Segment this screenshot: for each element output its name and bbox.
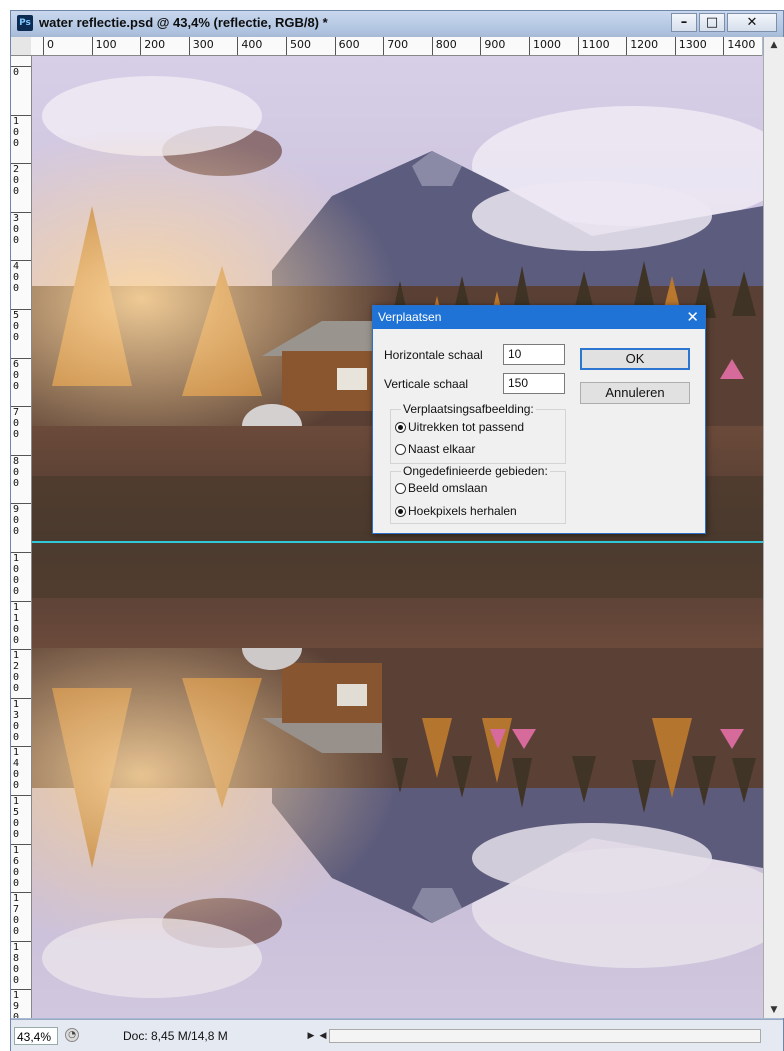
- displacement-map-group: Verplaatsingsafbeelding: Uitrekken tot p…: [390, 402, 566, 464]
- guide-line[interactable]: [32, 541, 763, 543]
- radio-button[interactable]: [395, 483, 406, 494]
- window-title: water reflectie.psd @ 43,4% (reflectie, …: [39, 15, 328, 30]
- radio-label-repeat: Hoekpixels herhalen: [408, 504, 517, 518]
- ruler-tick: 700: [11, 406, 31, 440]
- ruler-tick: 700: [383, 37, 408, 55]
- undefined-areas-legend: Ongedefinieerde gebieden:: [401, 464, 550, 478]
- ruler-tick: 200: [140, 37, 165, 55]
- radio-button[interactable]: [395, 444, 406, 455]
- vertical-scrollbar[interactable]: ▲ ▼: [763, 37, 784, 1018]
- displacement-map-legend: Verplaatsingsafbeelding:: [401, 402, 536, 416]
- minimize-button[interactable]: –: [671, 13, 697, 32]
- ruler-tick: 900: [480, 37, 505, 55]
- ruler-tick: 1200: [626, 37, 658, 55]
- ruler-tick: 1700: [11, 892, 31, 937]
- radio-repeat-edge-pixels[interactable]: Hoekpixels herhalen: [395, 504, 517, 518]
- ruler-tick: 800: [11, 454, 31, 489]
- image-canvas[interactable]: [32, 56, 763, 1018]
- ruler-tick: 600: [11, 357, 31, 392]
- ruler-tick: 1200: [11, 649, 31, 694]
- vertical-ruler[interactable]: 0 100 200 300 400 500 600 700 800 900 1000 1100 1200…: [11, 56, 32, 1018]
- ruler-tick: 800: [431, 37, 457, 55]
- clock-icon[interactable]: ◔: [65, 1028, 79, 1042]
- landscape-image: [32, 56, 763, 1018]
- radio-button-selected[interactable]: [395, 422, 406, 433]
- ruler-tick: 1000: [11, 552, 31, 597]
- horizontal-scale-label: Horizontale schaal: [384, 348, 483, 362]
- ruler-tick: 1400: [11, 746, 31, 791]
- ruler-tick: 1300: [674, 37, 707, 55]
- radio-stretch-to-fit[interactable]: Uitrekken tot passend: [395, 420, 524, 434]
- horizontal-scrollbar[interactable]: [329, 1029, 761, 1043]
- ruler-tick: 100: [11, 114, 31, 149]
- scroll-down-arrow-icon[interactable]: ▼: [764, 1002, 784, 1018]
- ruler-tick: 1300: [11, 697, 31, 743]
- dialog-close-icon[interactable]: ✕: [686, 306, 699, 328]
- ruler-tick: 500: [286, 37, 311, 55]
- status-bar: 43,4% ◔ Doc: 8,45 M/14,8 M ▶ ◀: [11, 1019, 783, 1051]
- cancel-button[interactable]: Annuleren: [580, 382, 690, 404]
- ruler-tick: 1600: [11, 843, 31, 889]
- radio-button-selected[interactable]: [395, 506, 406, 517]
- ruler-corner[interactable]: [11, 37, 32, 56]
- undefined-areas-group: Ongedefinieerde gebieden: Beeld omslaan …: [390, 464, 566, 524]
- vertical-scale-input[interactable]: 150: [503, 373, 565, 394]
- ruler-tick: 1400: [723, 37, 755, 55]
- ruler-tick: 1500: [11, 795, 31, 840]
- ruler-tick: 500: [11, 309, 31, 343]
- radio-label-wrap: Beeld omslaan: [408, 481, 488, 495]
- ruler-tick: 100: [91, 37, 117, 55]
- ruler-tick: 1800: [11, 940, 31, 986]
- ruler-tick: 600: [334, 37, 360, 55]
- vertical-scale-label: Verticale schaal: [384, 377, 469, 391]
- ruler-tick: 1900: [11, 989, 31, 1018]
- ruler-tick: 1000: [529, 37, 561, 55]
- zoom-level-field[interactable]: 43,4%: [14, 1027, 58, 1045]
- radio-wrap-around[interactable]: Beeld omslaan: [395, 481, 487, 495]
- ruler-tick: 300: [11, 211, 31, 246]
- ruler-tick: 0: [11, 66, 31, 78]
- ruler-tick: 0: [43, 37, 54, 55]
- ruler-tick: 200: [11, 163, 31, 197]
- dialog-title-bar[interactable]: Verplaatsen ✕: [373, 306, 705, 329]
- horizontal-scale-input[interactable]: 10: [503, 344, 565, 365]
- horizontal-ruler[interactable]: 0 100 200 300 400 500 600 700 800 900 1000 1100 1200…: [31, 37, 762, 56]
- maximize-button[interactable]: □: [699, 13, 725, 32]
- ruler-tick: 1100: [577, 37, 610, 55]
- displace-dialog: Verplaatsen ✕ Horizontale schaal 10 Vert…: [372, 305, 706, 534]
- document-size-info[interactable]: Doc: 8,45 M/14,8 M: [123, 1029, 228, 1043]
- photoshop-icon: Ps: [17, 15, 33, 31]
- close-button[interactable]: ✕: [727, 13, 777, 32]
- scroll-left-arrow-icon[interactable]: ◀: [317, 1029, 329, 1043]
- radio-label-stretch: Uitrekken tot passend: [408, 420, 525, 434]
- status-menu-arrow-icon[interactable]: ▶: [305, 1029, 317, 1043]
- radio-tile[interactable]: Naast elkaar: [395, 442, 475, 456]
- ruler-tick: 300: [188, 37, 214, 55]
- ruler-tick: 400: [11, 260, 31, 294]
- ruler-tick: 900: [11, 503, 31, 537]
- ruler-tick: 400: [237, 37, 262, 55]
- ruler-tick: 1100: [11, 600, 31, 646]
- title-bar[interactable]: Ps water reflectie.psd @ 43,4% (reflecti…: [11, 11, 783, 35]
- radio-label-tile: Naast elkaar: [408, 442, 476, 456]
- scroll-up-arrow-icon[interactable]: ▲: [764, 37, 784, 53]
- dialog-title: Verplaatsen: [378, 310, 442, 324]
- ok-button[interactable]: OK: [580, 348, 690, 370]
